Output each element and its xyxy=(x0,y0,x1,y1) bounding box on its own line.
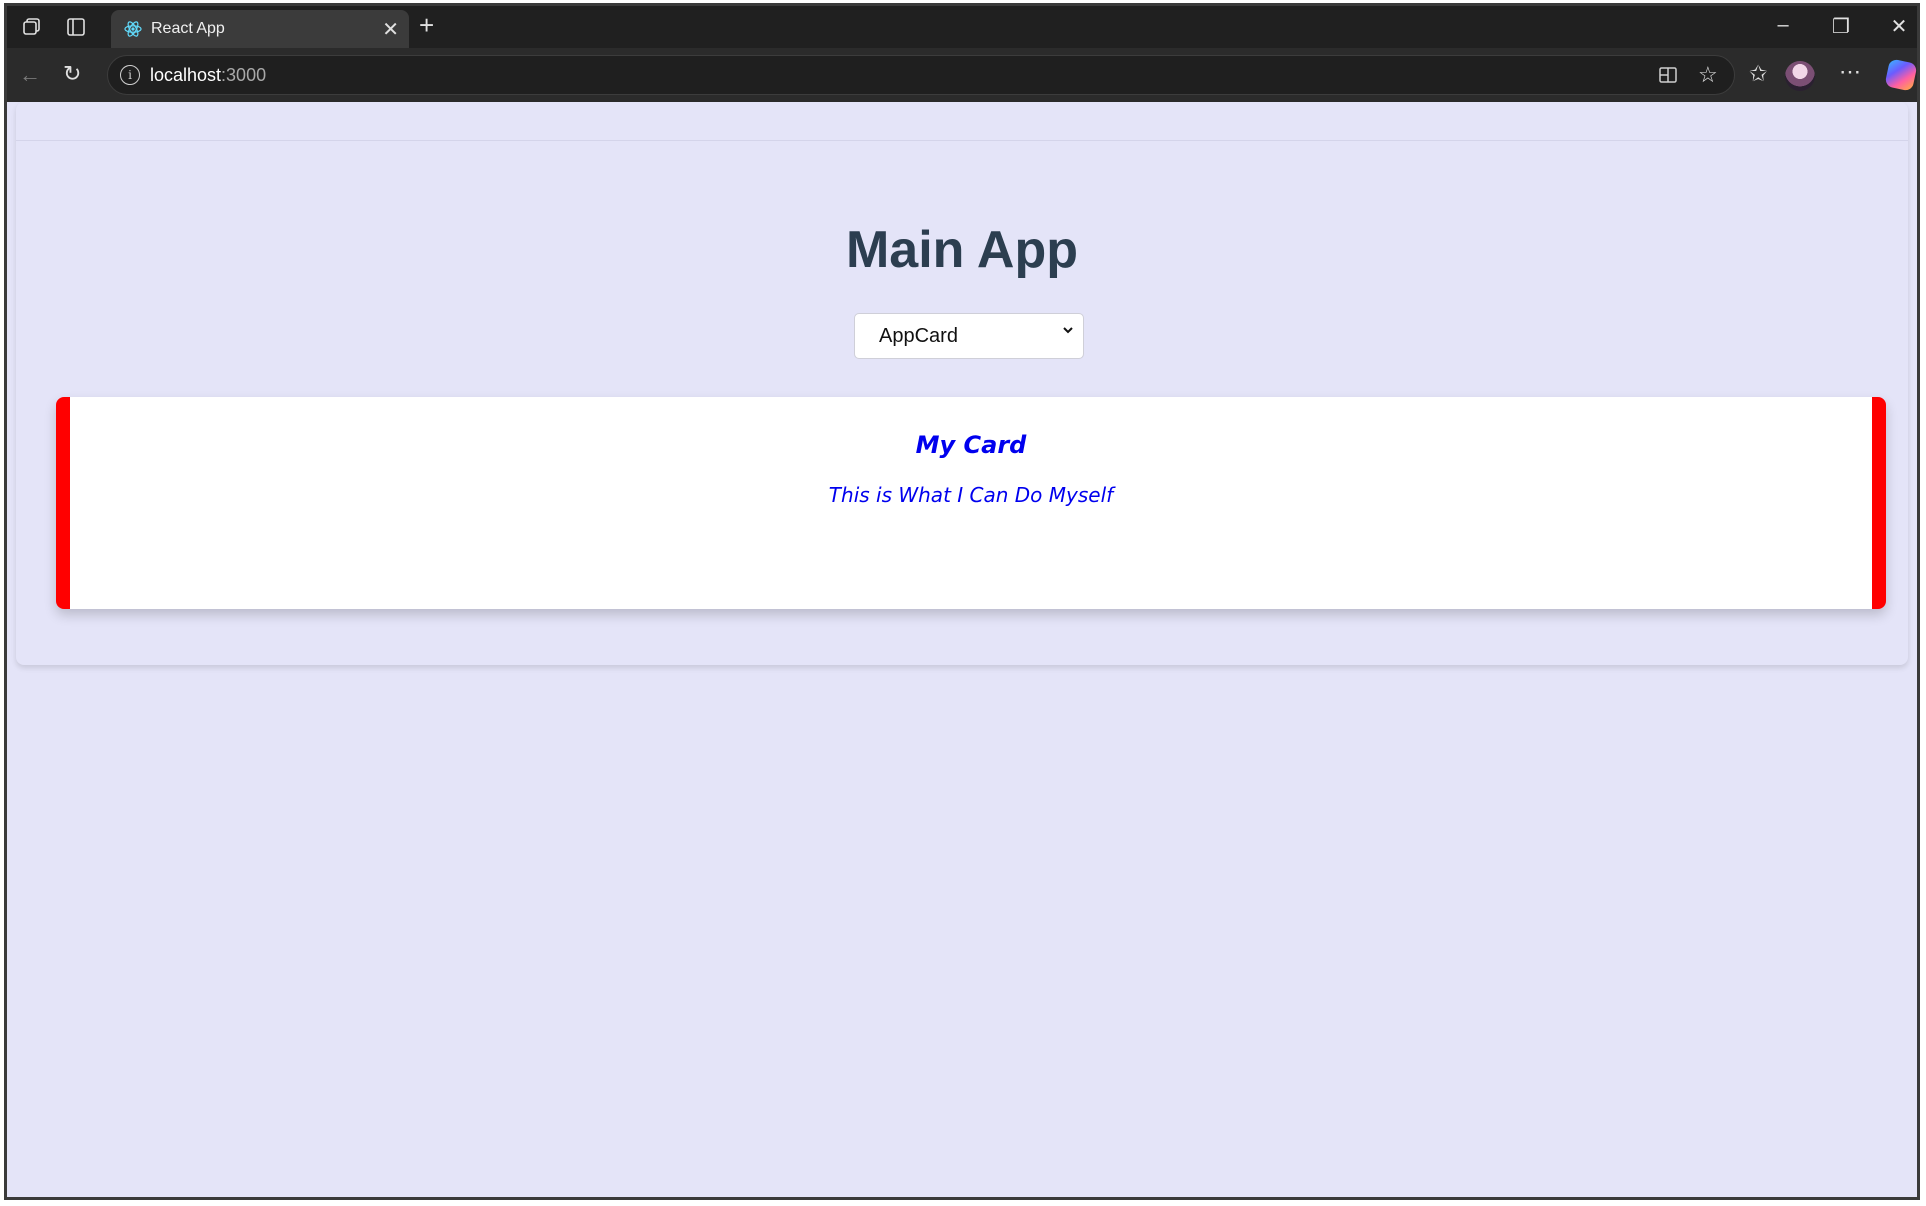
workspaces-icon[interactable] xyxy=(21,16,43,42)
address-port: :3000 xyxy=(221,65,267,85)
minimize-icon[interactable]: – xyxy=(1763,14,1803,37)
back-icon[interactable]: ← xyxy=(19,64,41,86)
react-favicon-icon xyxy=(124,21,142,37)
close-window-icon[interactable]: ✕ xyxy=(1879,14,1917,39)
split-screen-icon[interactable] xyxy=(1658,65,1678,89)
component-select[interactable]: AppCard xyxy=(854,313,1084,359)
more-icon[interactable]: ⋯ xyxy=(1839,61,1861,83)
chevron-down-icon xyxy=(1061,323,1075,342)
card-title: My Card xyxy=(915,431,1027,459)
refresh-icon[interactable]: ↻ xyxy=(63,63,81,85)
page-viewport: Main App AppCard My Card This is What I … xyxy=(10,102,1914,1197)
tab-react-app[interactable]: React App ✕ xyxy=(111,10,409,48)
new-tab-icon[interactable]: + xyxy=(419,12,434,38)
app-card: My Card This is What I Can Do Myself xyxy=(56,397,1886,609)
select-value: AppCard xyxy=(879,325,958,347)
favorites-icon[interactable]: ✩ xyxy=(1749,63,1767,85)
browser-window: React App ✕ + – ❐ ✕ ← ↻ i localhost:3000… xyxy=(4,3,1920,1200)
navigation-toolbar: ← ↻ i localhost:3000 ☆ ✩ ⋯ xyxy=(7,48,1917,102)
tab-actions-icon[interactable] xyxy=(65,16,87,42)
page-title: Main App xyxy=(845,221,1079,279)
address-host: localhost xyxy=(150,65,222,85)
address-url[interactable]: localhost:3000 xyxy=(150,65,266,86)
favorite-star-icon[interactable]: ☆ xyxy=(1698,64,1718,86)
app-container: Main App AppCard My Card This is What I … xyxy=(16,102,1908,665)
app-top-strip xyxy=(16,102,1908,141)
profile-avatar[interactable] xyxy=(1785,61,1815,91)
restore-icon[interactable]: ❐ xyxy=(1821,14,1861,39)
address-bar[interactable]: i localhost:3000 ☆ xyxy=(107,55,1735,95)
tab-bar: React App ✕ + – ❐ ✕ xyxy=(7,6,1917,48)
card-text: This is What I Can Do Myself xyxy=(828,483,1114,507)
close-tab-icon[interactable]: ✕ xyxy=(382,17,399,42)
tab-title: React App xyxy=(151,20,225,37)
site-info-icon[interactable]: i xyxy=(120,65,140,85)
